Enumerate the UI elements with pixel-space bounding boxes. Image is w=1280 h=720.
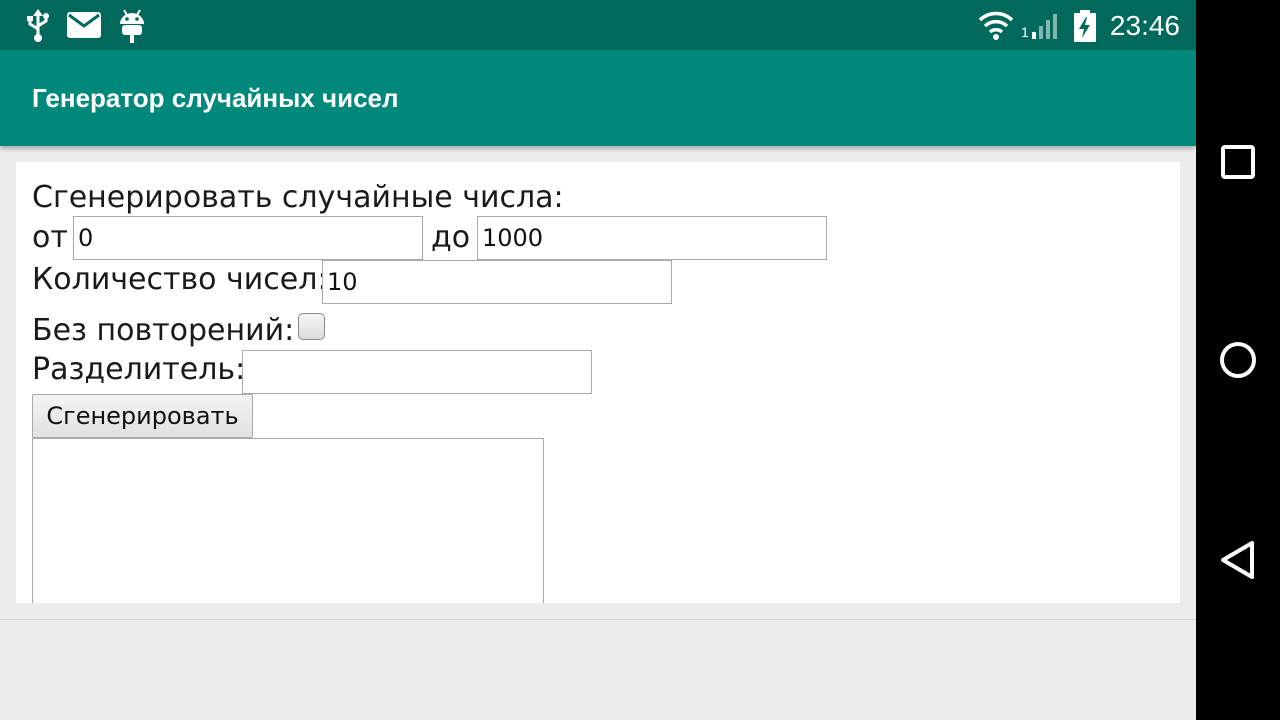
no-repeat-checkbox[interactable] xyxy=(298,313,325,340)
app-title: Генератор случайных чисел xyxy=(32,83,399,113)
status-time: 23:46 xyxy=(1109,10,1180,41)
count-label: Количество чисел: xyxy=(32,262,328,297)
home-icon[interactable] xyxy=(1216,338,1260,386)
to-label: до xyxy=(431,220,471,255)
sim-slot-label: 1 xyxy=(1021,24,1029,40)
status-bar: 1 23:46 xyxy=(0,0,1196,50)
battery-charging-icon xyxy=(1073,10,1097,46)
from-label: от xyxy=(32,220,68,255)
usb-icon xyxy=(24,9,52,47)
to-input[interactable] xyxy=(477,216,827,260)
back-icon[interactable] xyxy=(1216,538,1260,586)
app-bar: Генератор случайных чисел xyxy=(0,50,1196,146)
cell-signal-icon xyxy=(1030,12,1060,44)
form-heading: Сгенерировать случайные числа: xyxy=(32,180,564,215)
count-input[interactable] xyxy=(322,260,672,304)
android-debug-icon xyxy=(118,9,146,47)
from-input[interactable] xyxy=(73,216,423,260)
separator-label: Разделитель: xyxy=(32,352,246,387)
generate-button[interactable]: Сгенерировать xyxy=(32,394,253,438)
wifi-icon xyxy=(978,10,1014,44)
result-textarea[interactable] xyxy=(32,438,544,603)
mail-icon xyxy=(67,12,101,42)
no-repeat-label: Без повторений: xyxy=(32,313,295,348)
divider xyxy=(0,619,1196,620)
recent-apps-icon[interactable] xyxy=(1216,140,1260,188)
separator-input[interactable] xyxy=(242,350,592,394)
generator-form: Сгенерировать случайные числа: от до Кол… xyxy=(16,162,1180,603)
navigation-bar xyxy=(1196,0,1280,720)
